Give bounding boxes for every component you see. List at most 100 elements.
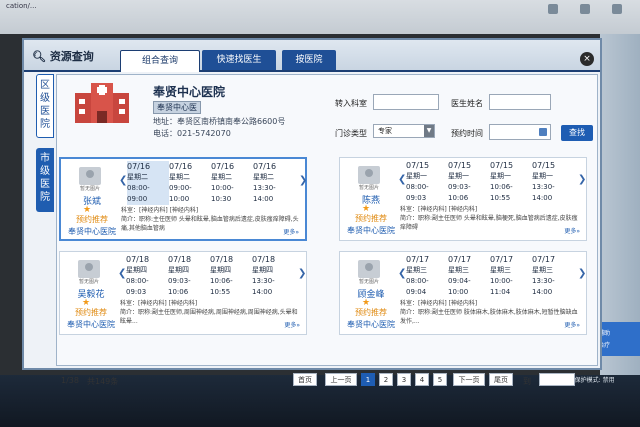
time-slot[interactable]: 07/15 星期一 09:03-10:06: [448, 160, 490, 204]
time-slot[interactable]: 07/16 星期二 10:00-10:30: [211, 161, 253, 205]
close-button[interactable]: ×: [580, 52, 594, 66]
more-link[interactable]: 更多»: [564, 320, 580, 329]
time-slot[interactable]: 07/18 星期四 10:06-10:55: [210, 254, 252, 298]
slot-date: 07/15: [448, 161, 472, 170]
time-slot[interactable]: 07/16 星期二 08:00-09:00: [127, 161, 169, 205]
side-tab-district[interactable]: 区级医院: [36, 74, 54, 138]
time-slot[interactable]: 07/15 星期一 08:00-09:03: [406, 160, 448, 204]
doctor-name-link[interactable]: 吴毅花: [68, 287, 114, 300]
doctor-card[interactable]: 暂无图片 张斌 ★ 预约推荐 奉贤中心医院 ❮ ❯ 07/16 星期二 08:00-09:00 07…: [59, 157, 307, 241]
last-page-button[interactable]: 尾页: [489, 373, 513, 386]
next-page-button[interactable]: 下一页: [453, 373, 485, 386]
chevron-down-icon: ▼: [424, 125, 434, 137]
time-slot[interactable]: 07/16 星期二 09:00-10:00: [169, 161, 211, 205]
doctor-name-link[interactable]: 陈燕: [348, 193, 394, 206]
slot-weekday: 星期一: [490, 172, 511, 180]
hospital-building-icon: [75, 83, 129, 123]
time-slot[interactable]: 07/17 星期三 09:04-10:00: [448, 254, 490, 298]
goto-page-input[interactable]: [539, 373, 575, 386]
total-count: 共149条: [87, 377, 119, 386]
doctor-card[interactable]: 暂无图片 陈燕 ★ 预约推荐 奉贤中心医院 ❮ ❯ 07/15 星期一 08:00-09:03 07…: [339, 157, 587, 241]
page-1-button[interactable]: 1: [361, 373, 375, 386]
slot-date: 07/18: [210, 255, 234, 264]
hospital-address: 地址：奉贤区南桥镇南奉公路6600号: [153, 117, 286, 126]
doctor-name-link[interactable]: 顾金峰: [348, 287, 394, 300]
tab-by-hospital[interactable]: 按医院: [282, 50, 336, 70]
avatar: [358, 166, 380, 184]
slot-weekday: 星期一: [532, 172, 553, 180]
slot-date: 07/15: [490, 161, 514, 170]
time-slot[interactable]: 07/17 星期三 08:00-09:04: [406, 254, 448, 298]
avatar: [358, 260, 380, 278]
first-page-button[interactable]: 首页: [293, 373, 317, 386]
slot-date: 07/18: [168, 255, 192, 264]
doctor-name-link[interactable]: 张斌: [69, 194, 115, 207]
slot-time: 13:30-14:00: [253, 184, 276, 203]
doctor-hospital-link[interactable]: 奉贤中心医院: [62, 319, 120, 330]
page-2-button[interactable]: 2: [379, 373, 393, 386]
slot-time: 10:00-10:30: [211, 184, 234, 203]
doctor-card[interactable]: 暂无图片 吴毅花 ★ 预约推荐 奉贤中心医院 ❮ ❯ 07/18 星期四 08:00-09:03 0…: [59, 251, 307, 335]
time-slot[interactable]: 07/16 星期二 13:30-14:00: [253, 161, 295, 205]
calendar-icon[interactable]: [539, 128, 547, 136]
chevron-right-icon[interactable]: ❯: [299, 175, 307, 186]
more-link[interactable]: 更多»: [283, 227, 299, 236]
appointment-time-input[interactable]: [489, 124, 551, 140]
doctor-intro: 简介：职称:副主任医师 头晕和眩晕,脑梗死,脑血管病后遗症,皮肤瘙痒障碍: [400, 215, 578, 231]
side-tab-city[interactable]: 市级医院: [36, 148, 54, 212]
prev-page-button[interactable]: 上一页: [325, 373, 357, 386]
time-slot[interactable]: 07/18 星期四 08:00-09:03: [126, 254, 168, 298]
more-link[interactable]: 更多»: [564, 226, 580, 235]
doctor-intro: 简介：职称:副主任医师 肢体麻木,肢体麻木,肢体麻木,短暂性脑缺血发作,...: [400, 309, 578, 325]
hospital-name: 奉贤中心医院: [153, 85, 226, 99]
slot-date: 07/17: [490, 255, 514, 264]
time-slot[interactable]: 07/18 星期四 09:03-10:06: [168, 254, 210, 298]
tab-quick-find-doctor[interactable]: 快速找医生: [202, 50, 276, 70]
chevron-right-icon[interactable]: ❯: [578, 174, 586, 185]
time-slot[interactable]: 07/15 星期一 13:30-14:00: [532, 160, 574, 204]
tools-icon[interactable]: [612, 4, 622, 14]
slot-time: 10:06-10:55: [490, 183, 513, 202]
slot-date: 07/16: [127, 162, 151, 171]
slot-time: 08:00-09:00: [127, 184, 150, 203]
doctor-name-input[interactable]: [489, 94, 551, 110]
doctor-intro: 简介：职称:主任医师 头晕和眩晕,脑血管病后遗症,皮肤瘙痒障碍,头痛,其他脑血管…: [121, 216, 299, 232]
doctor-card[interactable]: 暂无图片 顾金峰 ★ 预约推荐 奉贤中心医院 ❮ ❯ 07/17 星期三 08:00-09:04 0…: [339, 251, 587, 335]
page-3-button[interactable]: 3: [397, 373, 411, 386]
tab-combined-query[interactable]: 组合查询: [120, 50, 200, 72]
home-icon[interactable]: [548, 4, 558, 14]
time-slot[interactable]: 07/18 星期四 13:30-14:00: [252, 254, 294, 298]
avatar-caption: 暂无图片: [358, 279, 379, 285]
doctor-hospital-link[interactable]: 奉贤中心医院: [342, 319, 400, 330]
browser-tab-text[interactable]: cation/...: [6, 2, 37, 10]
doctor-hospital-link[interactable]: 奉贤中心医院: [342, 225, 400, 236]
slot-time: 08:00-09:03: [126, 277, 149, 296]
slot-weekday: 星期二: [169, 173, 190, 181]
slot-date: 07/15: [406, 161, 430, 170]
avatar-caption: 暂无图片: [358, 185, 379, 191]
print-icon[interactable]: [580, 4, 590, 14]
page-4-button[interactable]: 4: [415, 373, 429, 386]
slot-weekday: 星期一: [448, 172, 469, 180]
slot-time: 13:30-14:00: [252, 277, 275, 296]
page-5-button[interactable]: 5: [433, 373, 447, 386]
time-slot[interactable]: 07/17 星期三 10:00-11:04: [490, 254, 532, 298]
slot-time: 10:06-10:55: [210, 277, 233, 296]
chevron-right-icon[interactable]: ❯: [578, 268, 586, 279]
slot-weekday: 星期四: [168, 266, 189, 274]
slot-weekday: 星期三: [406, 266, 427, 274]
page-info: 1/38: [61, 376, 79, 385]
chevron-right-icon[interactable]: ❯: [298, 268, 306, 279]
search-button[interactable]: 查找: [561, 125, 593, 141]
doctor-hospital-link[interactable]: 奉贤中心医院: [63, 226, 121, 237]
slot-date: 07/16: [169, 162, 193, 171]
dept-input[interactable]: [373, 94, 439, 110]
time-slot[interactable]: 07/15 星期一 10:06-10:55: [490, 160, 532, 204]
slot-time: 08:00-09:03: [406, 183, 429, 202]
clinic-type-select[interactable]: 专家 ▼: [373, 124, 435, 138]
hospital-selector[interactable]: 奉贤中心医: [153, 101, 201, 114]
clinic-type-label: 门诊类型: [335, 129, 367, 138]
slot-date: 07/18: [252, 255, 276, 264]
more-link[interactable]: 更多»: [284, 320, 300, 329]
time-slot[interactable]: 07/17 星期三 13:30-14:00: [532, 254, 574, 298]
